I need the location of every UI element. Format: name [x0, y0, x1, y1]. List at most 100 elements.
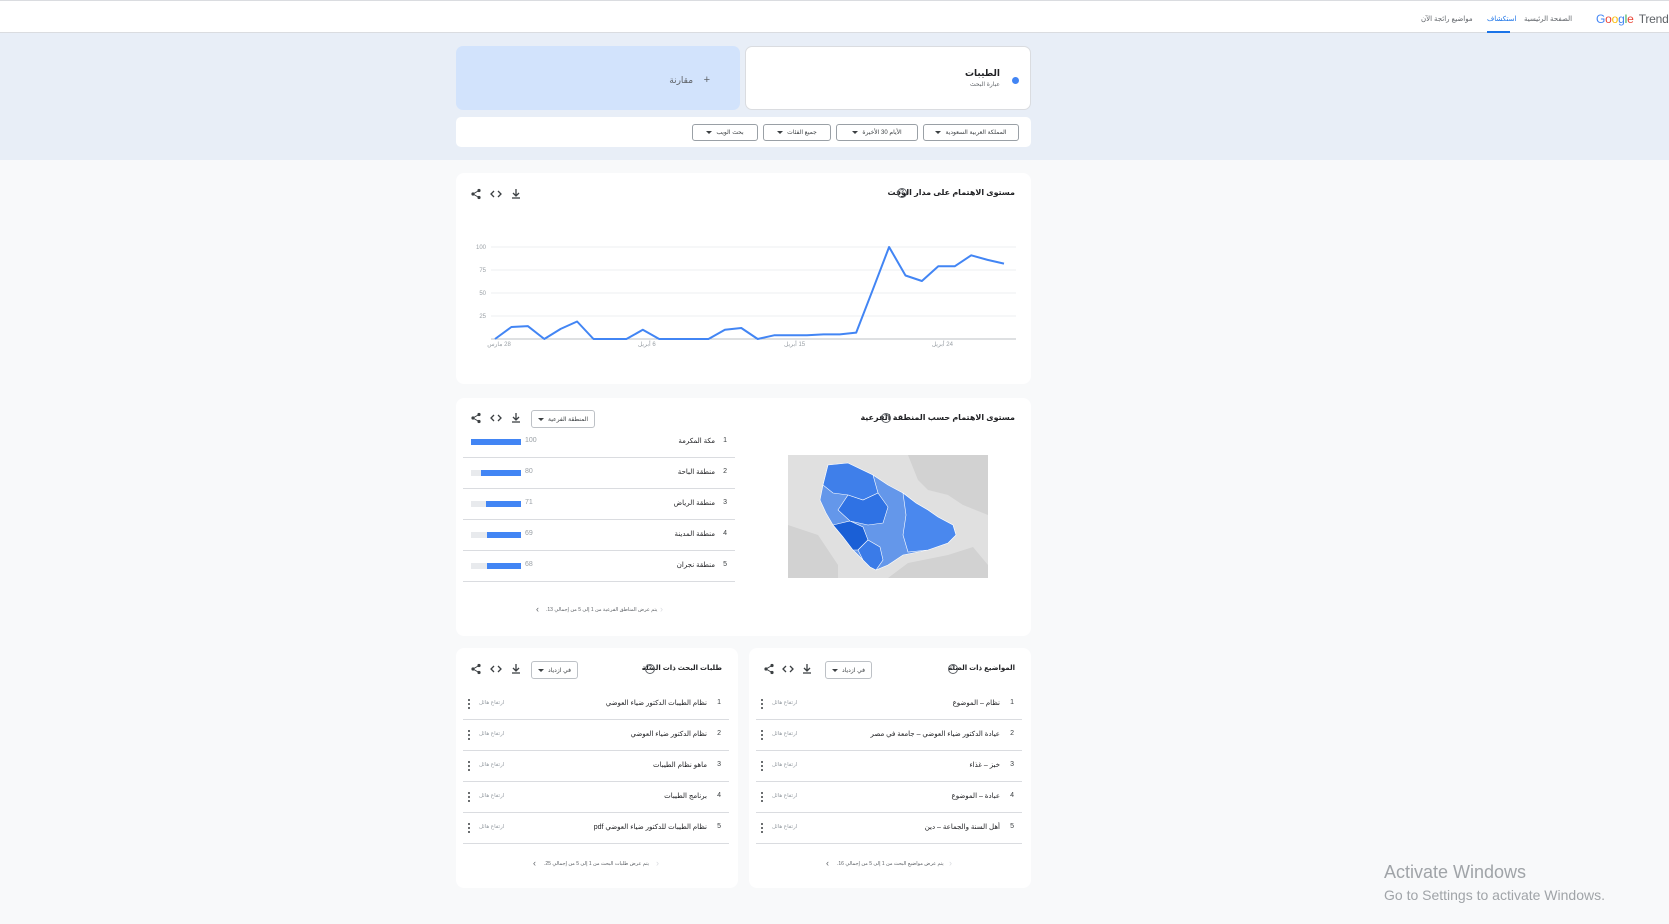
activate-windows-subtitle: Go to Settings to activate Windows.: [1384, 887, 1605, 903]
activate-windows-title: Activate Windows: [1384, 862, 1527, 882]
related-rank: 5: [1010, 823, 1014, 830]
filter-region[interactable]: المملكة العربية السعودية: [923, 124, 1019, 141]
filter-search-type[interactable]: بحث الويب: [692, 124, 758, 141]
help-icon[interactable]: ?: [948, 664, 958, 674]
region-row[interactable]: 1 مكة المكرمة 100: [463, 428, 735, 458]
more-options-icon[interactable]: [761, 761, 764, 772]
share-icon[interactable]: [470, 188, 482, 200]
search-term-card[interactable]: الطيبات عبارة البحث: [745, 46, 1031, 110]
pager-prev-icon[interactable]: ›: [660, 604, 663, 614]
breakout-label: ارتفاع هائل: [479, 700, 505, 706]
related-rank: 4: [717, 792, 721, 799]
related-row[interactable]: 5 نظام الطيبات للدكتور ضياء العوضي pdf ارت…: [463, 814, 729, 844]
region-name: مكة المكرمة: [678, 438, 715, 445]
related-row[interactable]: 4 برنامج الطيبات ارتفاع هائل: [463, 783, 729, 813]
embed-icon[interactable]: [782, 663, 794, 675]
region-name: منطقة نجران: [676, 562, 715, 569]
download-icon[interactable]: [510, 663, 522, 675]
region-resolution-select[interactable]: المنطقة الفرعية: [531, 410, 596, 428]
more-options-icon[interactable]: [468, 730, 471, 741]
more-options-icon[interactable]: [468, 699, 471, 710]
related-topics-filter-select[interactable]: في ازدياد: [825, 661, 872, 679]
pager-prev-icon[interactable]: ›: [949, 858, 952, 868]
saudi-arabia-map[interactable]: [788, 455, 988, 578]
region-row[interactable]: 4 منطقة المدينة 69: [463, 521, 735, 551]
filter-time[interactable]: الأيام 30 الأخيرة: [836, 124, 918, 141]
download-icon[interactable]: [510, 188, 522, 200]
pager-next-icon[interactable]: ‹: [536, 604, 539, 614]
embed-icon[interactable]: [490, 412, 502, 424]
chevron-down-icon: [935, 131, 942, 134]
related-row[interactable]: 1 نظام الطيبات الدكتور ضياء العوضي ارتفاع …: [463, 690, 729, 720]
related-row[interactable]: 2 عيادة الدكتور ضياء العوضي – جامعة في مص…: [756, 721, 1022, 751]
help-icon[interactable]: ?: [897, 188, 907, 198]
region-bar-fill: [486, 532, 521, 538]
chevron-down-icon: [538, 417, 544, 421]
region-name: منطقة الرياض: [673, 500, 715, 507]
tab-explore[interactable]: استكشاف: [1487, 15, 1516, 23]
region-row[interactable]: 3 منطقة الرياض 71: [463, 490, 735, 520]
region-bar-fill: [481, 470, 521, 476]
share-icon[interactable]: [470, 663, 482, 675]
tab-trending-now[interactable]: مواضيع رائجة الآن: [1421, 15, 1473, 23]
pager-prev-icon[interactable]: ›: [656, 858, 659, 868]
related-queries-filter-select[interactable]: في ازدياد: [531, 661, 578, 679]
help-icon[interactable]: ?: [881, 413, 891, 423]
compare-card[interactable]: + مقارنة: [456, 46, 740, 110]
more-options-icon[interactable]: [468, 792, 471, 803]
breakout-label: ارتفاع هائل: [772, 700, 798, 706]
download-icon[interactable]: [801, 663, 813, 675]
download-icon[interactable]: [510, 412, 522, 424]
related-row[interactable]: 3 خبز – غذاء ارتفاع هائل: [756, 752, 1022, 782]
interest-line-series: [494, 246, 1005, 340]
tab-home[interactable]: الصفحة الرئيسية: [1524, 15, 1572, 23]
embed-icon[interactable]: [490, 188, 502, 200]
region-resolution-label: المنطقة الفرعية: [548, 416, 589, 423]
plus-icon: +: [703, 74, 710, 86]
pager-next-icon[interactable]: ‹: [533, 858, 536, 868]
region-bar-fill: [485, 501, 521, 507]
embed-icon[interactable]: [490, 663, 502, 675]
interest-over-time-card: مستوى الاهتمام على مدار الوقت ? 100 75 50 2…: [456, 173, 1031, 384]
region-value: 80: [525, 468, 533, 475]
more-options-icon[interactable]: [761, 792, 764, 803]
chevron-down-icon: [777, 131, 784, 134]
region-row[interactable]: 2 منطقة الباحة 80: [463, 459, 735, 489]
breakout-label: ارتفاع هائل: [479, 762, 505, 768]
filter-category[interactable]: جميع الفئات: [763, 124, 831, 141]
breakout-label: ارتفاع هائل: [479, 731, 505, 737]
region-rank: 3: [723, 499, 727, 506]
chevron-down-icon: [538, 668, 544, 672]
y-tick-label: 50: [479, 291, 486, 297]
related-row[interactable]: 5 أهل السنة والجماعة – دين ارتفاع هائل: [756, 814, 1022, 844]
related-row[interactable]: 3 ماهو نظام الطيبات ارتفاع هائل: [463, 752, 729, 782]
breakout-label: ارتفاع هائل: [772, 731, 798, 737]
breakout-label: ارتفاع هائل: [479, 793, 505, 799]
related-rank: 2: [717, 730, 721, 737]
help-icon[interactable]: ?: [645, 664, 655, 674]
more-options-icon[interactable]: [468, 823, 471, 834]
google-trends-logo[interactable]: Google Trends: [1596, 12, 1669, 26]
x-tick-label: 28 مارس: [487, 341, 511, 348]
pager-next-icon[interactable]: ‹: [826, 858, 829, 868]
related-row[interactable]: 1 نظام – الموضوع ارتفاع هائل: [756, 690, 1022, 720]
y-tick-label: 100: [476, 245, 487, 251]
interest-over-time-chart[interactable]: 100 75 50 25 28 مارس 6 أبريل 15 أبريل 24 أبريل: [456, 173, 1031, 384]
related-row[interactable]: 2 نظام الدكتور ضياء العوضي ارتفاع هائل: [463, 721, 729, 751]
region-rank: 5: [723, 561, 727, 568]
filter-region-label: المملكة العربية السعودية: [945, 130, 1007, 136]
related-name: عيادة الدكتور ضياء العوضي – جامعة في مصر: [870, 731, 1000, 738]
more-options-icon[interactable]: [761, 823, 764, 834]
more-options-icon[interactable]: [761, 730, 764, 741]
compare-label: + مقارنة: [669, 74, 710, 86]
related-queries-filter-label: في ازدياد: [548, 667, 571, 674]
related-name: برنامج الطيبات: [664, 793, 707, 800]
related-topics-filter-label: في ازدياد: [842, 667, 865, 674]
share-icon[interactable]: [763, 663, 775, 675]
related-name: نظام الدكتور ضياء العوضي: [630, 731, 707, 738]
region-row[interactable]: 5 منطقة نجران 68: [463, 552, 735, 582]
related-row[interactable]: 4 عبادة – الموضوع ارتفاع هائل: [756, 783, 1022, 813]
more-options-icon[interactable]: [468, 761, 471, 772]
share-icon[interactable]: [470, 412, 482, 424]
more-options-icon[interactable]: [761, 699, 764, 710]
